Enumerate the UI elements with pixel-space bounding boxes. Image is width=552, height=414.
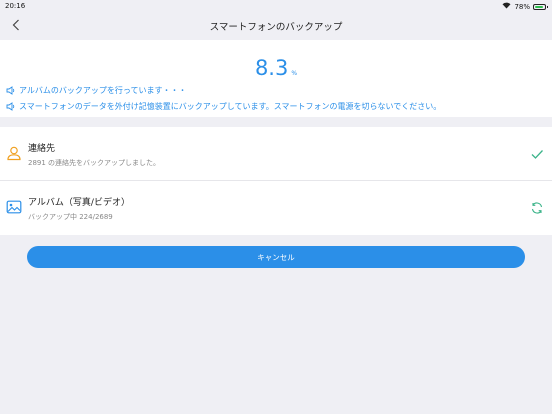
status-time: 20:16 <box>5 2 26 10</box>
item-name: アルバム（写真/ビデオ） <box>28 198 130 208</box>
list-item-contacts: 連絡先 2891 の連絡先をバックアップしました。 <box>0 127 552 181</box>
navigation-bar: スマートフォンのバックアップ <box>0 12 552 40</box>
item-status: バックアップ中 224/2689 <box>28 213 113 221</box>
back-button[interactable] <box>8 17 24 33</box>
status-indicators: 78% <box>502 2 548 11</box>
progress-message-warning: スマートフォンのデータを外付け記憶装置にバックアップしています。スマートフォンの… <box>6 101 441 112</box>
cancel-button-label: キャンセル <box>257 252 295 262</box>
backup-items-list: 連絡先 2891 の連絡先をバックアップしました。 アルバム（写真/ビデオ） バ… <box>0 127 552 235</box>
chevron-left-icon <box>12 19 19 31</box>
checkmark-icon <box>531 150 543 159</box>
sync-icon <box>531 202 543 214</box>
progress-value: 8.3 <box>254 56 289 80</box>
progress-unit: % <box>291 70 298 77</box>
progress-percent: 8.3% <box>0 56 552 80</box>
item-status: 2891 の連絡先をバックアップしました。 <box>28 159 161 167</box>
photo-album-icon <box>6 200 22 214</box>
progress-message-text: アルバムのバックアップを行っています・・・ <box>19 86 187 95</box>
battery-percent: 78% <box>514 2 530 11</box>
contact-icon <box>7 146 21 161</box>
cancel-button[interactable]: キャンセル <box>27 246 525 268</box>
speaker-icon <box>6 86 15 95</box>
wifi-icon <box>502 2 511 11</box>
list-item-album: アルバム（写真/ビデオ） バックアップ中 224/2689 <box>0 181 552 235</box>
speaker-icon <box>6 102 15 111</box>
progress-message-album: アルバムのバックアップを行っています・・・ <box>6 85 187 96</box>
status-bar: 20:16 78% <box>0 0 552 12</box>
progress-panel: 8.3% アルバムのバックアップを行っています・・・ スマートフォンのデータを外… <box>0 40 552 117</box>
item-name: 連絡先 <box>28 144 56 154</box>
progress-message-text: スマートフォンのデータを外付け記憶装置にバックアップしています。スマートフォンの… <box>19 102 442 111</box>
page-title: スマートフォンのバックアップ <box>209 22 343 33</box>
battery-icon <box>533 3 548 10</box>
